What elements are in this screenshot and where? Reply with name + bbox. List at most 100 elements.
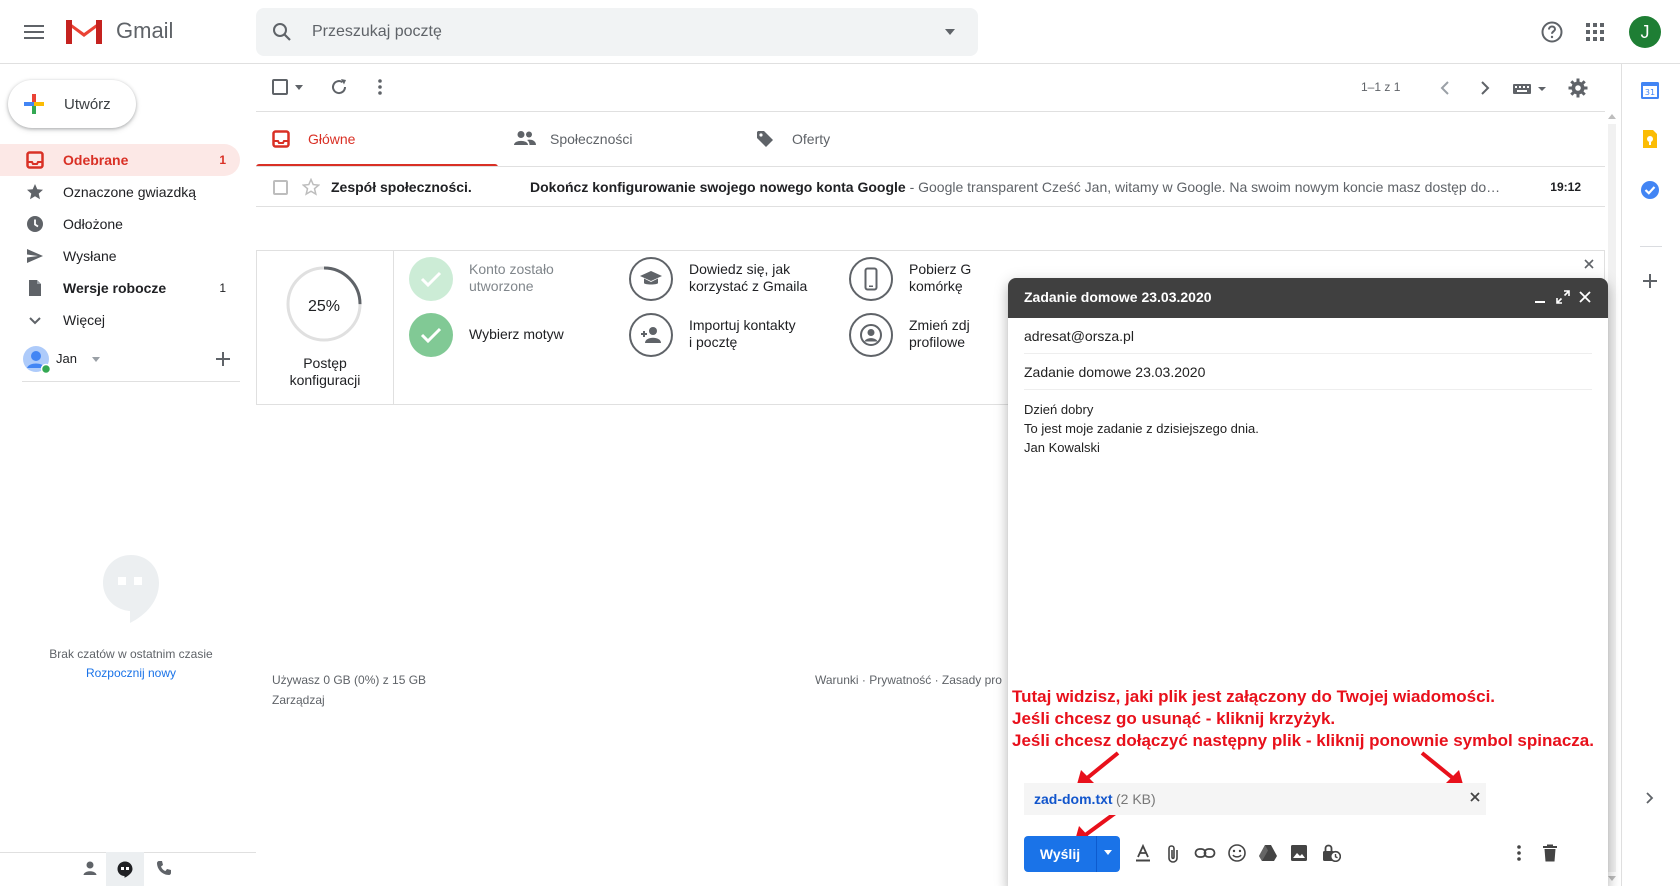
compose-header[interactable]: Zadanie domowe 23.03.2020: [1008, 278, 1608, 318]
email-subject-line: Dokończ konfigurowanie swojego nowego ko…: [530, 179, 1530, 195]
app-name: Gmail: [116, 18, 174, 43]
add-chat-icon[interactable]: [216, 352, 230, 366]
hangouts-icon: [117, 861, 133, 878]
compose-button[interactable]: Utwórz: [8, 80, 136, 128]
email-snippet: - Google transparent Cześć Jan, witamy w…: [905, 179, 1501, 195]
progress-label-line1: Postęp: [303, 355, 347, 371]
compose-window: Zadanie domowe 23.03.2020 adresat@orsza.…: [1008, 278, 1608, 886]
send-button[interactable]: Wyślij: [1024, 836, 1120, 872]
expand-panel-icon[interactable]: [1646, 792, 1654, 804]
email-checkbox[interactable]: [273, 180, 288, 195]
attachment-size: (2 KB): [1116, 791, 1156, 807]
select-all-checkbox[interactable]: [272, 79, 288, 95]
older-page-icon[interactable]: [1480, 80, 1490, 96]
footer-links[interactable]: Warunki · Prywatność · Zasady pro: [815, 673, 1002, 687]
pagination-info: 1–1 z 1: [1361, 80, 1401, 94]
discard-draft-icon[interactable]: [1542, 844, 1558, 862]
send-icon: [27, 249, 43, 263]
unread-count: 1: [219, 153, 226, 167]
hangouts-avatar[interactable]: [22, 345, 50, 373]
google-drive-icon[interactable]: [1258, 844, 1278, 862]
minimize-icon[interactable]: [1534, 298, 1546, 304]
subject-field[interactable]: Zadanie domowe 23.03.2020: [1024, 354, 1592, 390]
confidential-mode-icon[interactable]: [1321, 844, 1341, 862]
attachment-name[interactable]: zad-dom.txt: [1034, 791, 1113, 807]
account-avatar[interactable]: J: [1629, 16, 1661, 48]
clock-icon: [27, 216, 43, 232]
get-addons-icon[interactable]: [1643, 274, 1657, 288]
keep-icon[interactable]: [1640, 129, 1660, 149]
search-bar[interactable]: Przeszukaj pocztę: [256, 8, 978, 56]
progress-label-line2: konfiguracji: [289, 372, 361, 388]
storage-usage: Używasz 0 GB (0%) z 15 GB: [272, 673, 427, 687]
more-compose-options-icon[interactable]: [1517, 844, 1521, 862]
phone-device-icon: [849, 257, 893, 301]
select-options-icon[interactable]: [295, 85, 303, 90]
empty-chat-icon: [103, 555, 159, 623]
start-new-chat-link[interactable]: Rozpocznij nowy: [0, 666, 262, 680]
phone-icon[interactable]: [156, 860, 172, 876]
star-outline-icon[interactable]: [302, 178, 320, 196]
main-menu-button[interactable]: [20, 18, 48, 46]
compose-title: Zadanie domowe 23.03.2020: [1024, 289, 1212, 305]
sidebar-item-sent[interactable]: Wysłane: [0, 240, 240, 272]
hangouts-tab[interactable]: [106, 852, 144, 886]
refresh-icon[interactable]: [330, 78, 348, 96]
more-options-icon[interactable]: [378, 78, 382, 96]
send-label[interactable]: Wyślij: [1024, 836, 1096, 872]
input-tools-icon[interactable]: [1512, 82, 1548, 96]
tab-primary[interactable]: Główne: [256, 112, 498, 167]
message-body[interactable]: Dzień dobry To jest moje zadanie z dzisi…: [1024, 400, 1259, 457]
email-subject: Dokończ konfigurowanie swojego nowego ko…: [530, 179, 906, 195]
search-input[interactable]: Przeszukaj pocztę: [312, 23, 442, 41]
scroll-up-icon[interactable]: [1608, 114, 1616, 119]
draft-icon: [29, 280, 41, 296]
send-options-icon[interactable]: [1103, 850, 1113, 856]
close-icon[interactable]: [1584, 259, 1594, 269]
tab-promotions[interactable]: Oferty: [740, 112, 982, 167]
close-compose-icon[interactable]: [1579, 291, 1591, 303]
tab-label: Główne: [308, 131, 356, 147]
no-chats-text: Brak czatów w ostatnim czasie: [49, 647, 213, 661]
recipients-field[interactable]: adresat@orsza.pl: [1024, 318, 1592, 354]
insert-link-icon[interactable]: [1194, 844, 1216, 862]
gmail-logo-icon[interactable]: [64, 16, 104, 46]
insert-photo-icon[interactable]: [1290, 844, 1308, 862]
tab-social[interactable]: Społeczności: [498, 112, 740, 167]
attachment-chip[interactable]: zad-dom.txt (2 KB): [1024, 783, 1486, 815]
contacts-person-icon[interactable]: [82, 860, 98, 876]
search-options-icon[interactable]: [944, 28, 956, 36]
sidebar-item-label: Oznaczone gwiazdką: [63, 184, 197, 200]
svg-text:31: 31: [1645, 88, 1655, 97]
star-icon: [27, 184, 43, 200]
subject-value: Zadanie domowe 23.03.2020: [1024, 364, 1206, 380]
check-icon: [409, 313, 453, 357]
emoji-icon[interactable]: [1228, 844, 1246, 862]
tasks-icon[interactable]: [1640, 180, 1660, 200]
sidebar-item-starred[interactable]: Oznaczone gwiazdką: [0, 176, 240, 208]
sidebar-item-inbox[interactable]: Odebrane 1: [0, 144, 240, 176]
sidebar-item-label: Więcej: [63, 312, 106, 328]
remove-attachment-icon[interactable]: [1470, 792, 1480, 802]
help-icon[interactable]: [1540, 20, 1564, 44]
apps-grid-icon[interactable]: [1585, 22, 1605, 42]
sidebar-item-snoozed[interactable]: Odłożone: [0, 208, 240, 240]
email-row[interactable]: Zespół społeczności. Dokończ konfigurowa…: [256, 167, 1605, 207]
tab-label: Społeczności: [550, 131, 633, 147]
chevron-down-icon: [29, 317, 41, 325]
caret-down-icon[interactable]: [92, 357, 100, 362]
scroll-down-icon[interactable]: [1608, 876, 1616, 881]
sidebar-item-drafts[interactable]: Wersje robocze 1: [0, 272, 240, 304]
hangouts-user-name[interactable]: Jan: [56, 351, 77, 366]
search-icon[interactable]: [270, 20, 294, 44]
sidebar-item-more[interactable]: Więcej: [0, 304, 240, 336]
newer-page-icon[interactable]: [1440, 80, 1450, 96]
sidebar-item-label: Wysłane: [63, 248, 117, 264]
fullscreen-icon[interactable]: [1556, 290, 1570, 304]
manage-storage-link[interactable]: Zarządzaj: [272, 693, 325, 707]
scroll-track[interactable]: [1608, 124, 1616, 872]
attach-file-icon[interactable]: [1165, 844, 1183, 864]
formatting-icon[interactable]: [1134, 844, 1152, 862]
calendar-icon[interactable]: 31: [1640, 80, 1660, 100]
settings-gear-icon[interactable]: [1568, 78, 1588, 98]
